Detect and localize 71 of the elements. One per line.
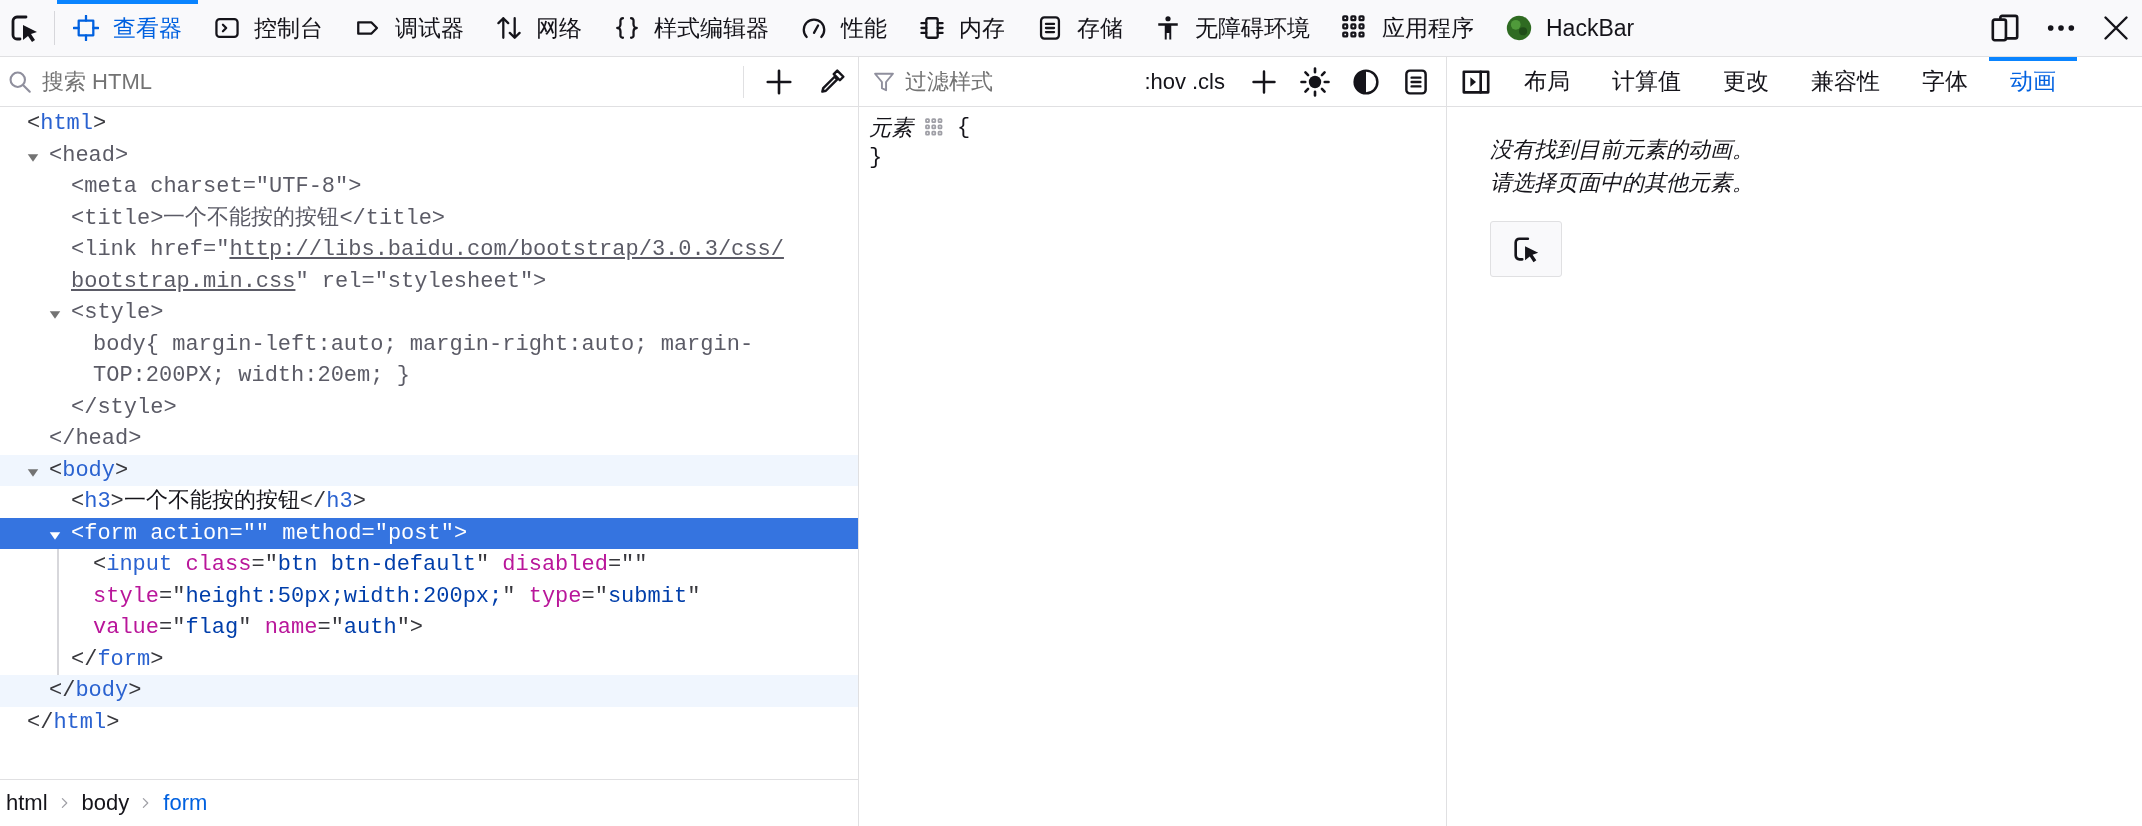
panel-tab[interactable]: 存储 <box>1021 0 1139 56</box>
sidebar-tab[interactable]: 更改 <box>1702 57 1790 106</box>
panel-tab[interactable]: 调试器 <box>339 0 480 56</box>
tree-row[interactable]: <form action="" method="post"> <box>0 517 858 549</box>
sun-icon[interactable] <box>1300 66 1330 97</box>
arrows-icon <box>496 15 522 41</box>
breadcrumb[interactable]: body <box>81 790 130 816</box>
panel-tab[interactable]: HackBar <box>1490 0 1651 56</box>
tree-row[interactable]: </head> <box>0 423 858 455</box>
breadcrumb[interactable]: form <box>163 790 208 816</box>
gauge-icon <box>801 15 827 41</box>
panel-tab[interactable]: 网络 <box>480 0 598 56</box>
frame-icon <box>73 15 99 41</box>
tree-row[interactable]: <meta charset="UTF-8"> <box>0 171 858 203</box>
tree-row[interactable]: <input class="btn btn-default" disabled="" style="height:50px;width:200px;" type="submit" value="flag" name="auth"> <box>0 549 858 644</box>
tree-row[interactable]: <title>一个不能按的按钮</title> <box>0 202 858 234</box>
tree-row[interactable]: </html> <box>0 706 858 738</box>
person-icon <box>1155 15 1181 41</box>
panel-tab[interactable]: 内存 <box>903 0 1021 56</box>
devices-icon[interactable] <box>1990 13 2020 43</box>
twisty-icon[interactable] <box>27 466 39 479</box>
twisty-icon[interactable] <box>27 151 39 164</box>
filter-field[interactable]: 过滤样式 <box>903 67 1128 96</box>
rule-selector: 元素 <box>869 114 913 142</box>
terminal-icon <box>214 15 240 41</box>
tree-row[interactable]: </form> <box>0 643 858 675</box>
search-field[interactable]: 搜索 HTML <box>40 67 733 96</box>
plus-icon[interactable] <box>1250 67 1278 96</box>
url-link[interactable]: http://libs.baidu.com/bootstrap/3.0.3/css/ <box>229 237 784 262</box>
sidebar-tab[interactable]: 计算值 <box>1591 57 1702 106</box>
toggle-button[interactable]: :hov <box>1141 68 1189 95</box>
document-icon <box>1037 15 1063 41</box>
document-icon[interactable] <box>1402 67 1430 96</box>
sidebar-tab[interactable]: 布局 <box>1503 57 1591 106</box>
brace: } <box>869 145 883 170</box>
contrast-icon[interactable] <box>1352 67 1380 96</box>
sidebar-tab[interactable]: 字体 <box>1901 57 1989 106</box>
twisty-icon[interactable] <box>49 529 61 542</box>
pick-button[interactable] <box>1490 221 1562 277</box>
panel-tab[interactable]: 性能 <box>785 0 903 56</box>
panel-tab[interactable]: 应用程序 <box>1326 0 1490 56</box>
grid-dots-icon <box>925 118 945 138</box>
url-link[interactable]: bootstrap.min.css <box>71 268 296 294</box>
panel-tab[interactable]: 控制台 <box>198 0 339 56</box>
sidebar-tab[interactable]: 动画 <box>1989 57 2077 106</box>
chip-icon <box>919 15 945 41</box>
search-icon <box>8 69 32 94</box>
tree-row[interactable]: </body> <box>0 675 858 707</box>
panel-tab[interactable]: 样式编辑器 <box>598 0 785 56</box>
tree-row[interactable]: <body> <box>0 454 858 486</box>
tree-row[interactable]: </style> <box>0 391 858 423</box>
twisty-icon[interactable] <box>49 309 61 321</box>
tree-row[interactable]: <html> <box>0 108 858 140</box>
toggle-button[interactable]: .cls <box>1189 68 1228 95</box>
empty-message: 请选择页面中的其他元素。 <box>1490 169 1755 197</box>
sidebar-tab[interactable]: 兼容性 <box>1790 57 1901 106</box>
tree-row[interactable]: <style> <box>0 297 858 329</box>
panel-tab[interactable]: 查看器 <box>57 0 198 56</box>
filter-icon <box>873 70 895 93</box>
grid-icon <box>1342 15 1368 41</box>
tree-row[interactable]: <h3>一个不能按的按钮</h3> <box>0 486 858 518</box>
empty-message: 没有找到目前元素的动画。 <box>1490 136 1755 164</box>
tree-row[interactable]: <head> <box>0 139 858 171</box>
panel-tab[interactable]: 无障碍环境 <box>1139 0 1326 56</box>
extension-icon <box>1506 15 1532 41</box>
breadcrumb[interactable]: html <box>6 790 48 816</box>
pick-icon <box>1511 234 1541 264</box>
brace: { <box>957 114 971 142</box>
close-icon[interactable] <box>2102 14 2130 42</box>
braces-icon <box>614 15 640 41</box>
eyedropper-icon[interactable] <box>818 67 846 96</box>
